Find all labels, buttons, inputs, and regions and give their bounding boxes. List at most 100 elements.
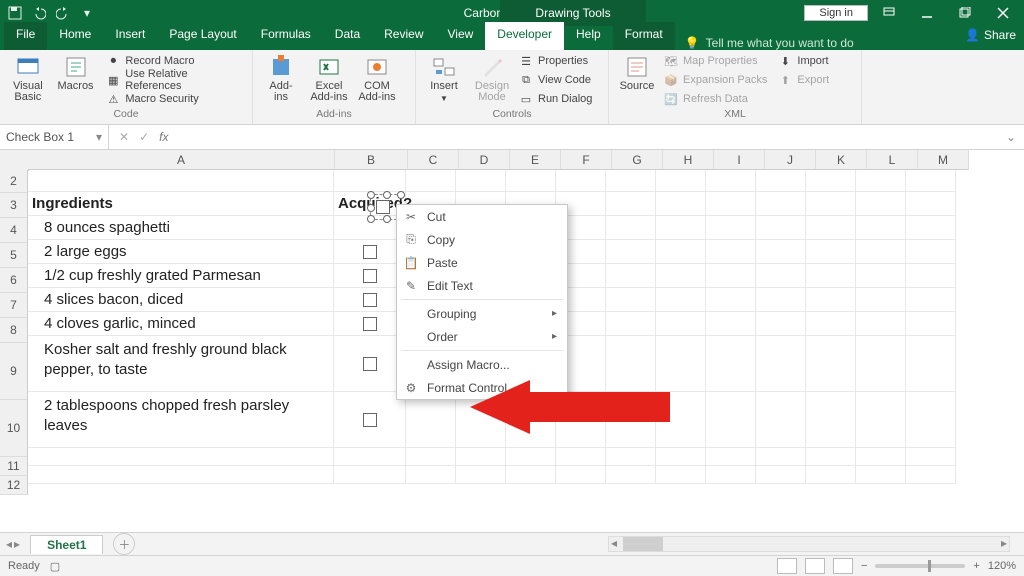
- expansion-packs-button[interactable]: 📦Expansion Packs: [663, 71, 767, 89]
- cell-G4[interactable]: [606, 216, 656, 240]
- undo-icon[interactable]: [30, 4, 48, 22]
- zoom-level[interactable]: 120%: [988, 560, 1016, 572]
- run-dialog-button[interactable]: ▭Run Dialog: [518, 90, 592, 108]
- cell-H3[interactable]: [656, 192, 706, 216]
- cell-A2[interactable]: [28, 170, 334, 192]
- cell-G2[interactable]: [606, 170, 656, 192]
- cell-J8[interactable]: [756, 312, 806, 336]
- cell-F2[interactable]: [556, 170, 606, 192]
- cell-J4[interactable]: [756, 216, 806, 240]
- cell-M4[interactable]: [906, 216, 956, 240]
- cell-L2[interactable]: [856, 170, 906, 192]
- export-button[interactable]: ⬆Export: [777, 71, 829, 89]
- cell-A9[interactable]: Kosher salt and freshly ground black pep…: [28, 336, 334, 392]
- name-box[interactable]: Check Box 1▾: [0, 125, 109, 149]
- cell-G8[interactable]: [606, 312, 656, 336]
- col-header-C[interactable]: C: [408, 150, 459, 170]
- context-edit-text[interactable]: ✎Edit Text: [397, 274, 567, 297]
- col-header-F[interactable]: F: [561, 150, 612, 170]
- row-header-5[interactable]: 5: [0, 243, 28, 268]
- insert-control-button[interactable]: Insert▼: [422, 52, 466, 104]
- signin-button[interactable]: Sign in: [804, 5, 868, 21]
- cell-E12[interactable]: [506, 466, 556, 484]
- cell-H2[interactable]: [656, 170, 706, 192]
- context-paste[interactable]: 📋Paste: [397, 251, 567, 274]
- cell-M12[interactable]: [906, 466, 956, 484]
- cell-L7[interactable]: [856, 288, 906, 312]
- tab-data[interactable]: Data: [323, 22, 372, 50]
- cell-G12[interactable]: [606, 466, 656, 484]
- macro-security-button[interactable]: ⚠Macro Security: [105, 90, 246, 108]
- row-header-11[interactable]: 11: [0, 457, 28, 476]
- cell-J10[interactable]: [756, 392, 806, 448]
- checkbox-row-10[interactable]: [363, 413, 377, 427]
- cell-A5[interactable]: 2 large eggs: [28, 240, 334, 264]
- context-order[interactable]: Order▸: [397, 325, 567, 348]
- cell-B10[interactable]: [334, 392, 406, 448]
- import-button[interactable]: ⬇Import: [777, 52, 829, 70]
- cell-A3[interactable]: Ingredients: [28, 192, 334, 216]
- relative-refs-button[interactable]: ▦Use Relative References: [105, 71, 246, 89]
- cell-M3[interactable]: [906, 192, 956, 216]
- cell-G3[interactable]: [606, 192, 656, 216]
- cell-L11[interactable]: [856, 448, 906, 466]
- cell-K3[interactable]: [806, 192, 856, 216]
- com-addins-button[interactable]: COM Add-ins: [355, 52, 399, 103]
- cell-B11[interactable]: [334, 448, 406, 466]
- tell-me[interactable]: 💡 Tell me what you want to do: [685, 36, 854, 50]
- context-copy[interactable]: ⎘Copy: [397, 228, 567, 251]
- checkbox-row-8[interactable]: [363, 317, 377, 331]
- maximize-icon[interactable]: [948, 0, 982, 26]
- cell-L12[interactable]: [856, 466, 906, 484]
- cell-J7[interactable]: [756, 288, 806, 312]
- col-header-M[interactable]: M: [918, 150, 969, 170]
- macros-button[interactable]: Macros: [54, 52, 98, 92]
- row-header-8[interactable]: 8: [0, 318, 28, 343]
- cell-G11[interactable]: [606, 448, 656, 466]
- row-header-10[interactable]: 10: [0, 400, 28, 457]
- sheet-tab[interactable]: Sheet1: [30, 535, 103, 554]
- cell-G7[interactable]: [606, 288, 656, 312]
- cell-I8[interactable]: [706, 312, 756, 336]
- row-header-9[interactable]: 9: [0, 343, 28, 400]
- cell-A4[interactable]: 8 ounces spaghetti: [28, 216, 334, 240]
- tab-developer[interactable]: Developer: [485, 22, 564, 50]
- checkbox-row-9[interactable]: [363, 357, 377, 371]
- cell-L10[interactable]: [856, 392, 906, 448]
- cell-L9[interactable]: [856, 336, 906, 392]
- close-icon[interactable]: [986, 0, 1020, 26]
- sheet-nav-next-icon[interactable]: ▸: [14, 537, 20, 551]
- redo-icon[interactable]: [54, 4, 72, 22]
- cell-E2[interactable]: [506, 170, 556, 192]
- cell-L4[interactable]: [856, 216, 906, 240]
- cell-H7[interactable]: [656, 288, 706, 312]
- horizontal-scrollbar[interactable]: ◂ ▸: [608, 536, 1010, 552]
- cell-A8[interactable]: 4 cloves garlic, minced: [28, 312, 334, 336]
- col-header-D[interactable]: D: [459, 150, 510, 170]
- enter-formula-icon[interactable]: ✓: [139, 130, 149, 144]
- expand-formula-icon[interactable]: ⌄: [998, 130, 1024, 144]
- cell-K6[interactable]: [806, 264, 856, 288]
- cell-C2[interactable]: [406, 170, 456, 192]
- col-header-B[interactable]: B: [335, 150, 408, 170]
- cell-H5[interactable]: [656, 240, 706, 264]
- addins-button[interactable]: Add- ins: [259, 52, 303, 103]
- row-header-7[interactable]: 7: [0, 293, 28, 318]
- row-header-2[interactable]: 2: [0, 170, 28, 193]
- checkbox-row-5[interactable]: [363, 245, 377, 259]
- cell-G5[interactable]: [606, 240, 656, 264]
- sheet-nav-prev-icon[interactable]: ◂: [6, 537, 12, 551]
- checkbox-row-6[interactable]: [363, 269, 377, 283]
- cell-M5[interactable]: [906, 240, 956, 264]
- cell-I2[interactable]: [706, 170, 756, 192]
- cell-J9[interactable]: [756, 336, 806, 392]
- ribbon-options-icon[interactable]: [872, 0, 906, 26]
- cell-K9[interactable]: [806, 336, 856, 392]
- share-button[interactable]: 👤 Share: [965, 28, 1016, 42]
- cell-H4[interactable]: [656, 216, 706, 240]
- context-grouping[interactable]: Grouping▸: [397, 302, 567, 325]
- row-header-3[interactable]: 3: [0, 193, 28, 218]
- cell-A6[interactable]: 1/2 cup freshly grated Parmesan: [28, 264, 334, 288]
- cell-M2[interactable]: [906, 170, 956, 192]
- cell-J12[interactable]: [756, 466, 806, 484]
